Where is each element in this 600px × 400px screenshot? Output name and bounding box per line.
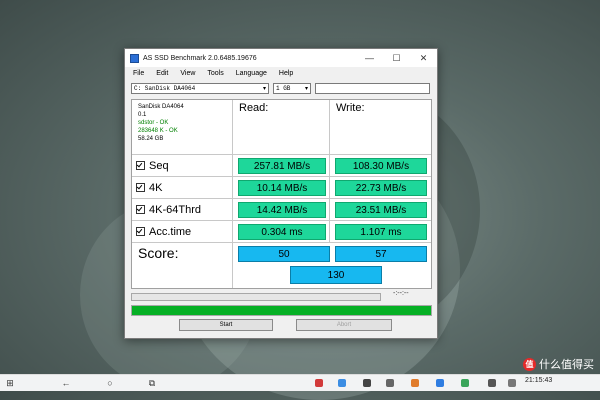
folder-icon[interactable]	[411, 379, 419, 387]
menu-view[interactable]: View	[180, 70, 195, 77]
size-select[interactable]: 1 GB ▾	[273, 83, 311, 94]
app-icon[interactable]	[488, 379, 496, 387]
align-status: 283648 K - OK	[138, 128, 178, 134]
chevron-down-icon: ▾	[262, 85, 266, 92]
main-progress-bar	[131, 305, 432, 316]
menu-file[interactable]: File	[133, 70, 144, 77]
main-progress-fill	[132, 306, 431, 315]
taskbar: ⊞ ← ○ ⧉ 21:15:43	[0, 374, 600, 391]
clock: 21:15:43	[525, 377, 553, 384]
4k-write-value: 22.73 MB/s	[335, 180, 427, 196]
checkbox-icon[interactable]	[136, 183, 145, 192]
minimize-button[interactable]: —	[356, 49, 383, 67]
app-icon[interactable]	[436, 379, 444, 387]
window-title: AS SSD Benchmark 2.0.6485.19676	[143, 54, 257, 62]
row-seq[interactable]: Seq	[132, 155, 233, 177]
watermark-text: 什么值得买	[539, 359, 594, 371]
bluetooth-icon[interactable]	[338, 379, 346, 387]
menu-help[interactable]: Help	[279, 70, 293, 77]
4k-read-value: 10.14 MB/s	[238, 180, 326, 196]
results-grid: SanDisk DA4064 0.1 sdstor - OK 283648 K …	[131, 99, 432, 289]
acc-write-value: 1.107 ms	[335, 224, 427, 240]
watermark-badge: 值	[523, 357, 536, 371]
write-score: 57	[335, 246, 427, 262]
back-arrow-icon[interactable]: ←	[60, 377, 72, 389]
write-header: Write:	[330, 100, 431, 155]
menu-edit[interactable]: Edit	[156, 70, 168, 77]
row-label: Acc.time	[149, 225, 192, 238]
read-score: 50	[238, 246, 330, 262]
total-score: 130	[290, 266, 382, 284]
maximize-button[interactable]: ☐	[383, 49, 410, 67]
search-icon[interactable]: ○	[104, 377, 116, 389]
app-icon[interactable]	[363, 379, 371, 387]
seq-read-value: 257.81 MB/s	[238, 158, 326, 174]
row-acc-time[interactable]: Acc.time	[132, 221, 233, 243]
row-label: Seq	[149, 159, 169, 172]
app-icon[interactable]	[315, 379, 323, 387]
4k64-read-value: 14.42 MB/s	[238, 202, 326, 218]
row-label: 4K	[149, 181, 163, 194]
app-icon[interactable]	[461, 379, 469, 387]
driver-status: sdstor - OK	[138, 120, 169, 126]
checkbox-icon[interactable]	[136, 205, 145, 214]
read-header: Read:	[233, 100, 330, 155]
drive-capacity: 58.24 GB	[138, 136, 164, 142]
abort-button[interactable]: Abort	[296, 319, 392, 331]
seq-write-value: 108.30 MB/s	[335, 158, 427, 174]
title-bar[interactable]: AS SSD Benchmark 2.0.6485.19676 — ☐ ✕	[125, 49, 437, 67]
drive-select[interactable]: C: SanDisk DA4064 ▾	[131, 83, 269, 94]
menu-bar: File Edit View Tools Language Help	[125, 67, 437, 80]
drive-info: SanDisk DA4064 0.1 sdstor - OK 283648 K …	[132, 100, 233, 155]
menu-language[interactable]: Language	[236, 70, 267, 77]
chevron-down-icon: ▾	[304, 85, 308, 92]
app-icon	[130, 53, 139, 63]
toolbar: C: SanDisk DA4064 ▾ 1 GB ▾	[131, 83, 431, 95]
app-icon[interactable]	[386, 379, 394, 387]
drive-select-value: C: SanDisk DA4064	[134, 85, 196, 92]
row-4k[interactable]: 4K	[132, 177, 233, 199]
row-4k-64thrd[interactable]: 4K-64Thrd	[132, 199, 233, 221]
row-label: 4K-64Thrd	[149, 203, 201, 216]
acc-read-value: 0.304 ms	[238, 224, 326, 240]
checkbox-icon[interactable]	[136, 161, 145, 170]
start-button[interactable]: Start	[179, 319, 273, 331]
close-button[interactable]: ✕	[410, 49, 437, 67]
drive-name: SanDisk DA4064	[138, 104, 184, 110]
task-view-icon[interactable]: ⧉	[146, 377, 158, 389]
4k64-write-value: 23.51 MB/s	[335, 202, 427, 218]
checkbox-icon[interactable]	[136, 227, 145, 236]
watermark: 值 什么值得买	[523, 356, 594, 372]
extra-field[interactable]	[315, 83, 430, 94]
elapsed-timer: -:--:--	[393, 290, 409, 297]
score-label: Score:	[138, 245, 179, 261]
sub-progress-bar	[131, 293, 381, 301]
size-select-value: 1 GB	[276, 85, 291, 92]
as-ssd-window: AS SSD Benchmark 2.0.6485.19676 — ☐ ✕ Fi…	[124, 48, 438, 339]
network-icon[interactable]	[508, 379, 516, 387]
drive-version: 0.1	[138, 112, 147, 118]
windows-start-icon[interactable]: ⊞	[4, 377, 16, 389]
menu-tools[interactable]: Tools	[207, 70, 223, 77]
